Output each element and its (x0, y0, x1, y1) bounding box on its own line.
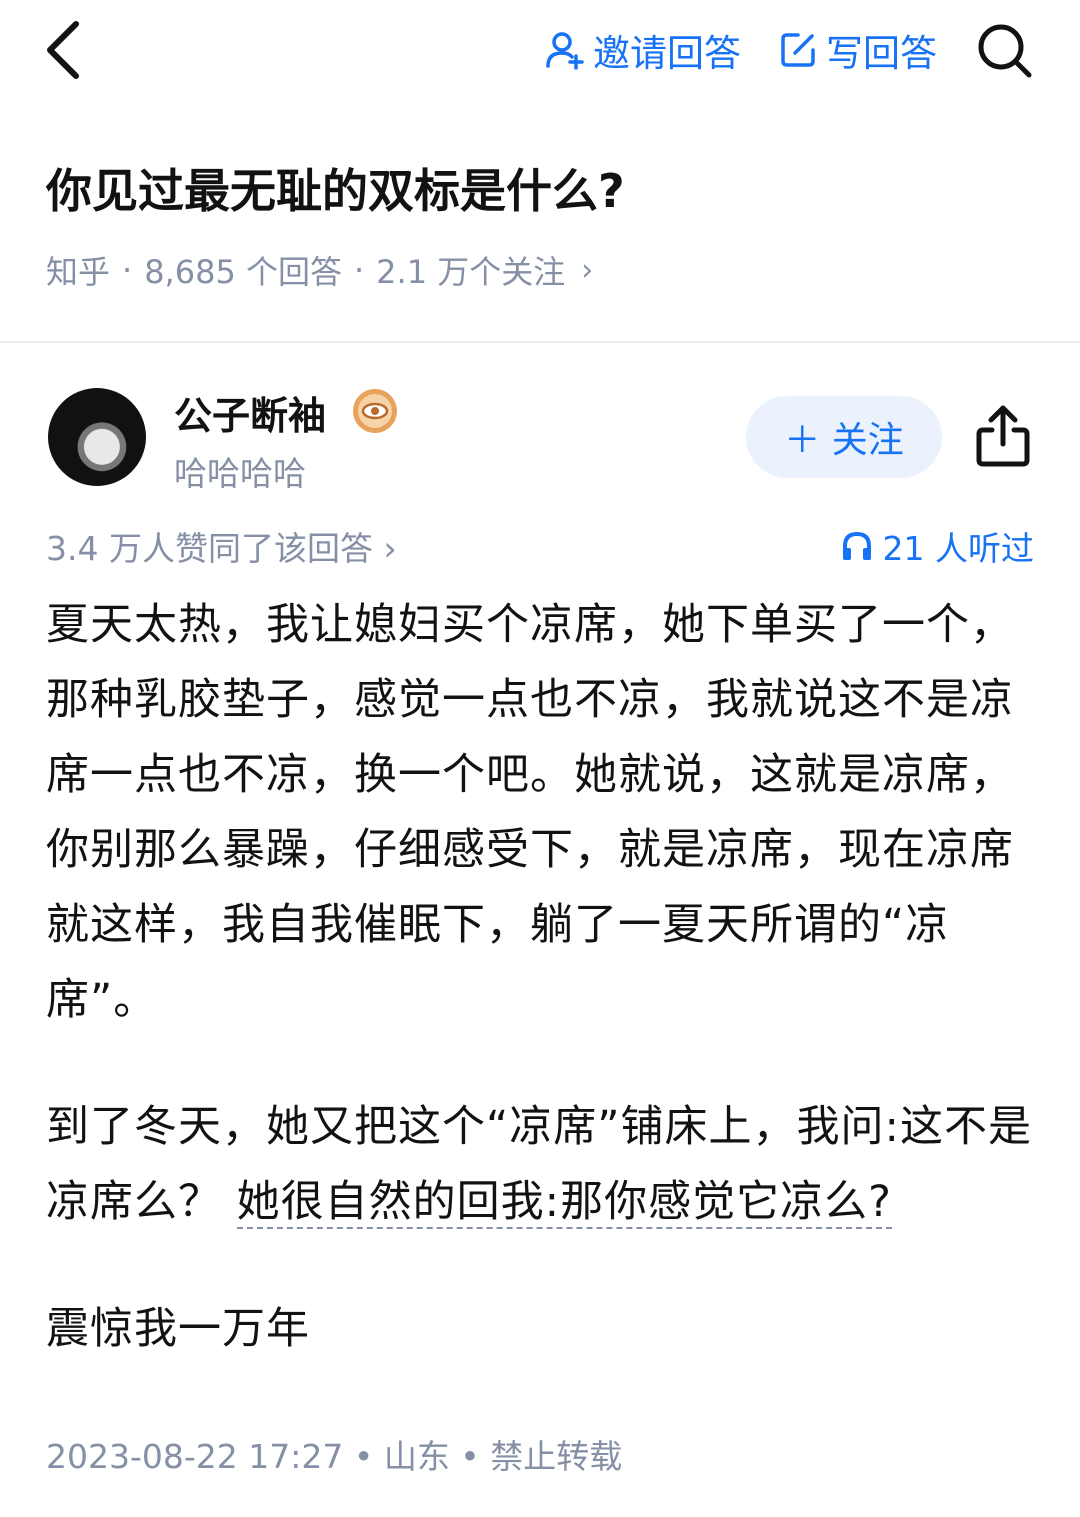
invite-answer-button[interactable]: 邀请回答 (545, 22, 741, 78)
follow-button[interactable]: ＋ 关注 (746, 396, 942, 478)
search-icon[interactable] (974, 20, 1034, 80)
answer-paragraph: 夏天太热，我让媳妇买个凉席，她下单买了一个，那种乳胶垫子，感觉一点也不凉，我就说… (46, 600, 1014, 1025)
divider (0, 341, 1080, 343)
listened-label: 21 人听过 (882, 529, 1034, 568)
headphones-icon (842, 531, 871, 560)
share-icon[interactable] (974, 404, 1032, 468)
edit-icon (781, 33, 815, 67)
highlighted-sentence[interactable]: 她很自然的回我:那你感觉它凉么? (236, 1177, 892, 1229)
author-name[interactable]: 公子断袖 (174, 385, 326, 440)
back-icon[interactable] (40, 18, 90, 82)
question-title[interactable]: 你见过最无耻的双标是什么? (46, 155, 625, 221)
top-bar: 邀请回答 写回答 (0, 0, 1080, 110)
invite-answer-label: 邀请回答 (593, 32, 741, 75)
answer-count: 8,685 个回答 (144, 253, 342, 291)
meta-separator: · (122, 251, 133, 289)
question-meta[interactable]: 知乎 · 8,685 个回答 · 2.1 万个关注 › (46, 247, 593, 293)
answer-footer-meta: 2023-08-22 17:27 • 山东 • 禁止转载 (46, 1437, 623, 1476)
eye-badge-icon (352, 388, 398, 434)
author-bio: 哈哈哈哈 (174, 454, 306, 493)
write-answer-button[interactable]: 写回答 (778, 22, 937, 78)
question-source: 知乎 (46, 253, 111, 291)
meta-separator: · (353, 251, 365, 289)
invite-user-icon (546, 32, 584, 70)
answer-paragraph: 到了冬天，她又把这个“凉席”铺床上，我问:这不是凉席么？ 她很自然的回我:那你感… (46, 1090, 1036, 1240)
listened-count[interactable]: 21 人听过 (841, 522, 1034, 570)
follower-count: 2.1 万个关注 (376, 253, 566, 291)
chevron-right-icon: › (581, 252, 594, 288)
avatar[interactable] (48, 388, 146, 486)
vote-count[interactable]: 3.4 万人赞同了该回答 › (46, 522, 397, 570)
answer-paragraph: 震惊我一万年 (46, 1304, 310, 1354)
write-answer-label: 写回答 (826, 32, 937, 75)
